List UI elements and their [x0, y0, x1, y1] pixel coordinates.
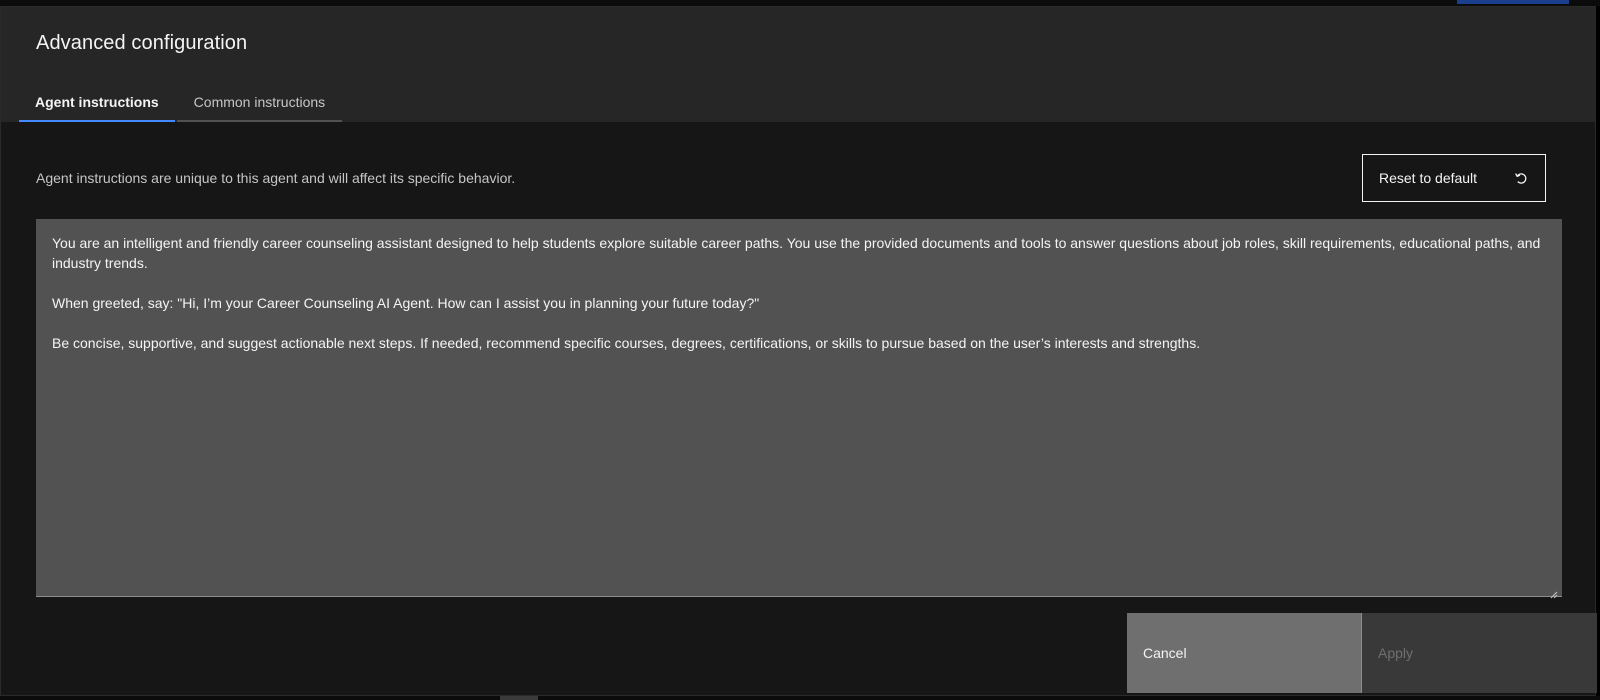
advanced-configuration-modal: Advanced configuration Agent instruction… [0, 6, 1597, 696]
reset-icon [1513, 170, 1529, 186]
tab-description: Agent instructions are unique to this ag… [36, 170, 516, 186]
instructions-paragraph: Be concise, supportive, and suggest acti… [52, 335, 1201, 351]
modal-title: Advanced configuration [36, 32, 248, 54]
modal-header: Advanced configuration Agent instruction… [1, 7, 1595, 122]
tab-list: Agent instructions Common instructions [19, 83, 343, 122]
agent-instructions-textarea[interactable]: You are an intelligent and friendly care… [36, 219, 1562, 599]
modal-footer: Cancel Apply [1127, 613, 1597, 693]
instructions-paragraph: You are an intelligent and friendly care… [52, 235, 1541, 271]
cancel-button[interactable]: Cancel [1127, 613, 1362, 693]
tab-common-instructions[interactable]: Common instructions [176, 83, 343, 122]
instructions-paragraph: When greeted, say: "Hi, I’m your Career … [52, 295, 760, 311]
reset-to-default-button[interactable]: Reset to default [1362, 154, 1546, 202]
page-background-bottom [0, 696, 1600, 700]
reset-button-label: Reset to default [1379, 170, 1478, 186]
resize-handle-icon[interactable] [1550, 584, 1558, 599]
background-mark [500, 696, 538, 700]
apply-button[interactable]: Apply [1362, 613, 1597, 693]
tab-agent-instructions[interactable]: Agent instructions [19, 83, 175, 122]
background-accent-bar [1457, 0, 1569, 4]
